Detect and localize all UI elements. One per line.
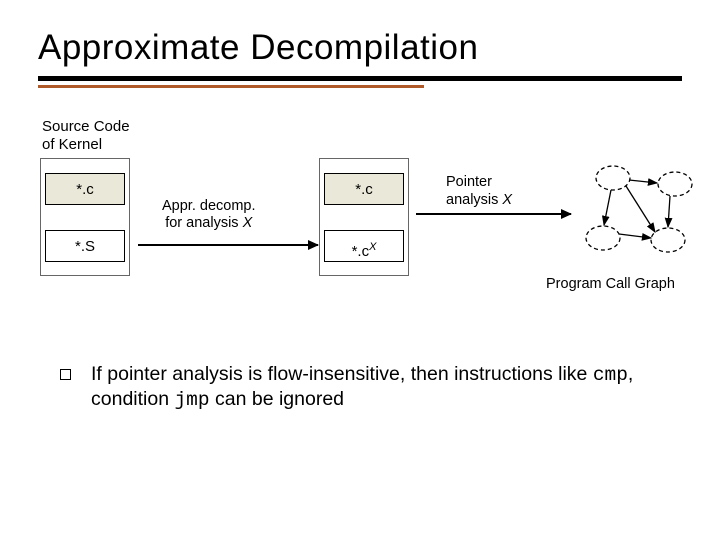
bullet-part3: can be ignored (210, 388, 344, 410)
pointer-arrow-label: Pointer analysis X (446, 173, 512, 209)
arrow-decomp (138, 244, 318, 246)
bullet-item: If pointer analysis is flow-insensitive,… (38, 362, 682, 413)
bullet-text: If pointer analysis is flow-insensitive,… (91, 362, 672, 413)
file-box-c2: *.c (324, 173, 404, 205)
decomp-arrow-label: Appr. decomp. for analysis X (162, 198, 256, 233)
graph-caption: Program Call Graph (546, 276, 675, 292)
source-code-label: Source Code of Kernel (42, 118, 130, 154)
file-box-cx: *.cX (324, 230, 404, 262)
file-box-cx-sup: X (369, 241, 376, 253)
file-box-s: *.S (45, 230, 125, 262)
title-rule-black (38, 76, 682, 81)
bullet-mono1: cmp (593, 364, 628, 386)
title-rule-orange (38, 85, 424, 88)
call-graph-icon (573, 156, 713, 266)
source-label-line1: Source Code (42, 118, 130, 135)
file-box-c: *.c (45, 173, 125, 205)
decomp-line1: Appr. decomp. (162, 198, 256, 214)
decomp-x: X (243, 215, 253, 231)
bullet-square-icon (60, 369, 71, 380)
pointer-line2-prefix: analysis (446, 192, 502, 208)
bullet-part1: If pointer analysis is flow-insensitive,… (91, 363, 593, 385)
pointer-line1: Pointer (446, 174, 492, 190)
file-box-cx-prefix: *.c (352, 243, 370, 260)
slide: Approximate Decompilation Source Code of… (0, 0, 720, 433)
source-label-line2: of Kernel (42, 136, 102, 153)
slide-title: Approximate Decompilation (38, 28, 682, 68)
diagram-area: Source Code of Kernel *.c *.S Appr. deco… (38, 118, 682, 318)
pointer-x: X (502, 192, 512, 208)
arrow-pointer (416, 213, 571, 215)
bullet-mono2: jmp (174, 389, 209, 411)
decomp-line2-prefix: for analysis (165, 215, 242, 231)
